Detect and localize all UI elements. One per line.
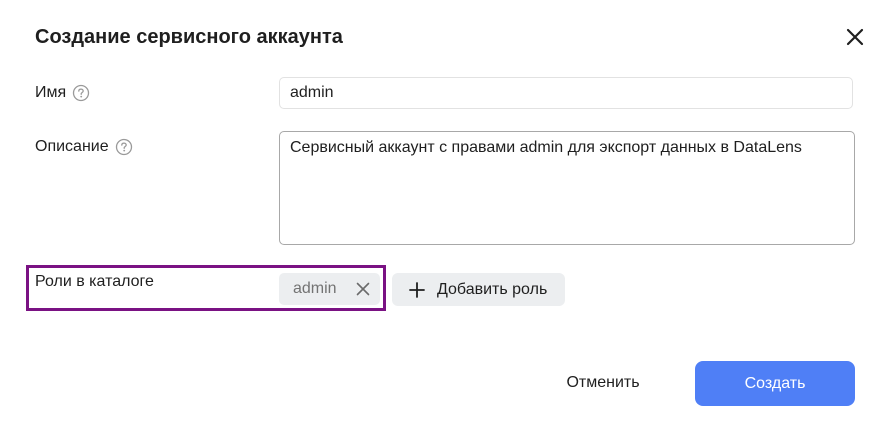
close-icon bbox=[846, 28, 864, 46]
add-role-button[interactable]: Добавить роль bbox=[392, 273, 565, 306]
close-button[interactable] bbox=[843, 25, 867, 49]
remove-role-button[interactable] bbox=[356, 282, 370, 296]
description-field-label-row: Описание bbox=[35, 138, 133, 156]
question-circle-icon[interactable] bbox=[115, 138, 133, 156]
question-circle-icon[interactable] bbox=[72, 84, 90, 102]
dialog-title: Создание сервисного аккаунта bbox=[35, 26, 343, 48]
name-label: Имя bbox=[35, 84, 67, 101]
add-role-label: Добавить роль bbox=[437, 280, 548, 298]
role-chip: admin bbox=[279, 273, 380, 305]
cancel-button[interactable]: Отменить bbox=[545, 362, 661, 404]
role-chip-label: admin bbox=[293, 280, 337, 297]
create-button[interactable]: Создать bbox=[695, 361, 855, 406]
description-label: Описание bbox=[35, 138, 109, 155]
roles-label: Роли в каталоге bbox=[35, 273, 154, 290]
name-field-label-row: Имя bbox=[35, 84, 90, 102]
close-icon bbox=[356, 282, 370, 296]
description-textarea[interactable]: Сервисный аккаунт с правами admin для эк… bbox=[279, 131, 855, 245]
name-input[interactable]: admin bbox=[279, 77, 853, 109]
plus-icon bbox=[409, 281, 425, 298]
create-service-account-dialog: Создание сервисного аккаунта Имя admin О… bbox=[0, 0, 887, 434]
